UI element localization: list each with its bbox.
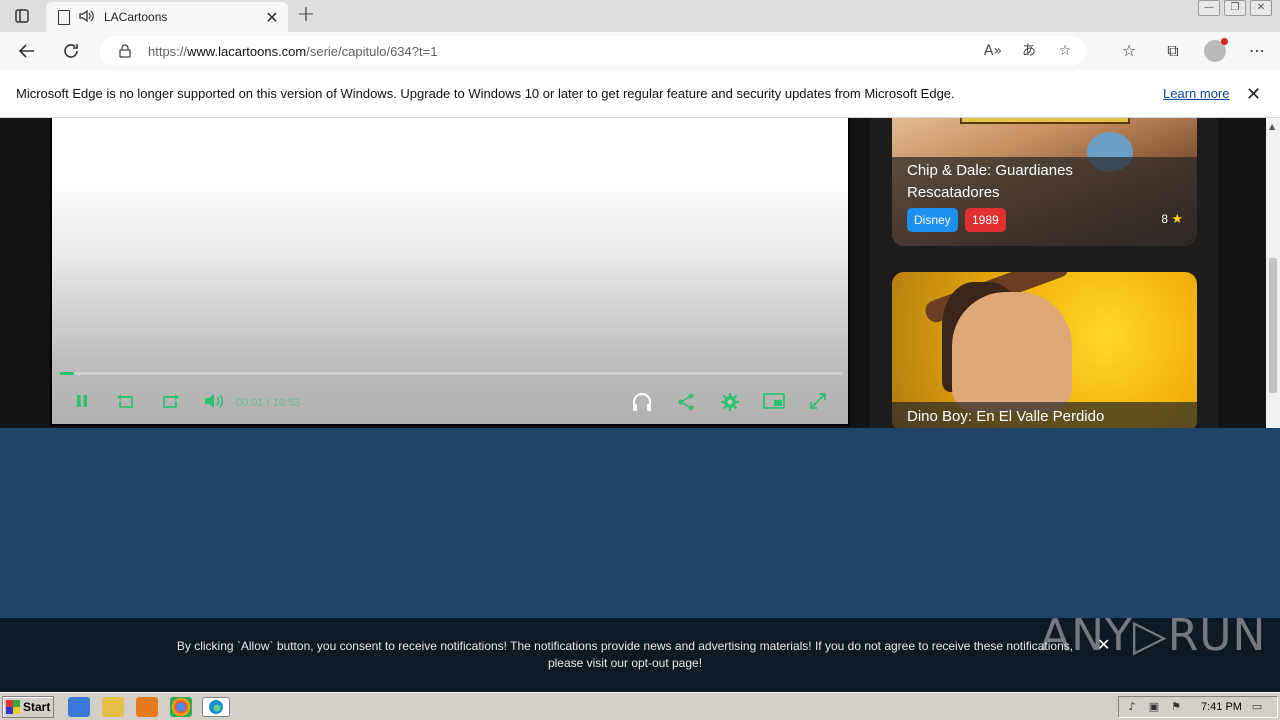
page-scrollbar[interactable]: ▲	[1266, 118, 1280, 428]
back-arrow-icon	[18, 44, 34, 58]
star-icon: ★	[1171, 211, 1183, 226]
speaker-icon[interactable]	[78, 8, 94, 27]
tab-close-icon[interactable]: ✕	[260, 8, 284, 27]
system-tray: ♪ ▣ ⚑ 7:41 PM ▭	[1118, 696, 1278, 718]
infobar-message: Microsoft Edge is no longer supported on…	[16, 86, 955, 101]
card-title: Chip & Dale: Guardianes Rescatadores	[907, 162, 1073, 201]
scroll-up-icon[interactable]: ▲	[1269, 122, 1275, 131]
profile-avatar[interactable]	[1204, 38, 1228, 62]
series-sidebar: Chip & Dale: Guardianes Rescatadores Dis…	[870, 118, 1218, 428]
read-aloud-icon[interactable]: A»	[982, 41, 1004, 61]
collections-icon[interactable]: ⧉	[1160, 38, 1186, 64]
web-page: 00:01 / 10:53 Chip & Dale: Guardianes Re…	[0, 118, 1266, 428]
settings-icon[interactable]	[718, 392, 742, 416]
scrollbar-thumb[interactable]	[1269, 258, 1277, 393]
refresh-icon	[64, 44, 78, 58]
progress-bar[interactable]	[60, 372, 842, 375]
card-thumbnail	[952, 292, 1072, 412]
share-icon[interactable]	[674, 392, 698, 416]
forward-icon[interactable]	[158, 392, 182, 416]
flag-icon[interactable]: ⚑	[1169, 700, 1183, 714]
time-display: 00:01 / 10:53	[236, 397, 301, 409]
headphones-icon[interactable]	[630, 392, 654, 416]
refresh-button[interactable]	[58, 38, 84, 64]
tab-actions-icon	[15, 9, 29, 23]
back-button[interactable]	[14, 38, 40, 64]
start-button[interactable]: Start	[2, 696, 54, 718]
series-card[interactable]: Chip & Dale: Guardianes Rescatadores Dis…	[892, 118, 1197, 246]
windows-taskbar: Start ♪ ▣ ⚑ 7:41 PM ▭	[0, 692, 1280, 720]
minimize-button[interactable]: —	[1198, 0, 1220, 16]
year-badge[interactable]: 1989	[965, 208, 1006, 232]
rewind-icon[interactable]	[114, 392, 138, 416]
close-window-button[interactable]: ✕	[1250, 0, 1272, 16]
lock-icon[interactable]	[118, 44, 132, 58]
infobar-close-icon[interactable]: ✕	[1246, 84, 1261, 105]
rating: 8 ★	[1161, 211, 1183, 226]
progress-fill	[60, 372, 75, 375]
player-controls: 00:01 / 10:53	[52, 390, 852, 418]
studio-badge[interactable]: Disney	[907, 208, 958, 232]
window-controls: — ❐ ✕	[1198, 0, 1272, 16]
url-text: https://www.lacartoons.com/serie/capitul…	[148, 43, 438, 59]
chrome-icon[interactable]	[170, 697, 192, 717]
address-bar[interactable]: https://www.lacartoons.com/serie/capitul…	[100, 36, 1086, 66]
translate-icon[interactable]: あ	[1018, 41, 1040, 61]
opt-out-link[interactable]: opt-out page	[631, 656, 698, 670]
address-bar-actions: A» あ ☆	[982, 41, 1076, 61]
video-player[interactable]: 00:01 / 10:53	[50, 118, 850, 426]
page-icon	[58, 9, 70, 25]
restore-button[interactable]: ❐	[1224, 0, 1246, 16]
windows-logo-icon	[6, 700, 20, 714]
folder-icon[interactable]	[102, 697, 124, 717]
more-menu-icon[interactable]: ⋯	[1244, 38, 1270, 64]
media-player-icon[interactable]	[136, 697, 158, 717]
fullscreen-icon[interactable]	[806, 392, 830, 416]
clock[interactable]: 7:41 PM	[1201, 701, 1242, 713]
new-tab-button[interactable]: +	[294, 4, 318, 28]
notification-consent-bar: By clicking `Allow` button, you consent …	[0, 610, 1280, 692]
learn-more-link[interactable]: Learn more	[1163, 86, 1229, 101]
toolbar: ☆ ⧉ ⋯	[1116, 38, 1270, 64]
pause-icon[interactable]	[70, 392, 94, 416]
network-icon[interactable]: ▣	[1147, 700, 1161, 714]
notification-close-icon[interactable]: ✕	[1097, 635, 1110, 654]
tab-actions-button[interactable]	[12, 6, 32, 26]
tab-lacartoons[interactable]: LACartoons ✕	[46, 2, 288, 32]
tab-strip: LACartoons ✕ + — ❐ ✕	[0, 0, 1280, 32]
card-title: Dino Boy: En El Valle Perdido	[907, 408, 1105, 425]
favorites-icon[interactable]: ☆	[1116, 38, 1142, 64]
show-desktop-icon[interactable]: ▭	[1250, 700, 1264, 714]
tab-title: LACartoons	[104, 10, 168, 24]
ie-icon[interactable]	[68, 697, 90, 717]
anyrun-watermark: ANY▷RUN	[1040, 610, 1267, 661]
add-favorite-icon[interactable]: ☆	[1054, 41, 1076, 61]
series-card[interactable]: Dino Boy: En El Valle Perdido	[892, 272, 1197, 428]
card-thumbnail-frame	[960, 118, 1130, 124]
unsupported-os-infobar: Microsoft Edge is no longer supported on…	[0, 70, 1280, 118]
notification-text: By clicking `Allow` button, you consent …	[176, 639, 1074, 670]
volume-tray-icon[interactable]: ♪	[1125, 700, 1139, 714]
edge-icon[interactable]	[202, 697, 230, 717]
volume-icon[interactable]	[202, 392, 226, 416]
navigation-bar: https://www.lacartoons.com/serie/capitul…	[0, 32, 1280, 70]
pip-icon[interactable]	[762, 392, 786, 416]
